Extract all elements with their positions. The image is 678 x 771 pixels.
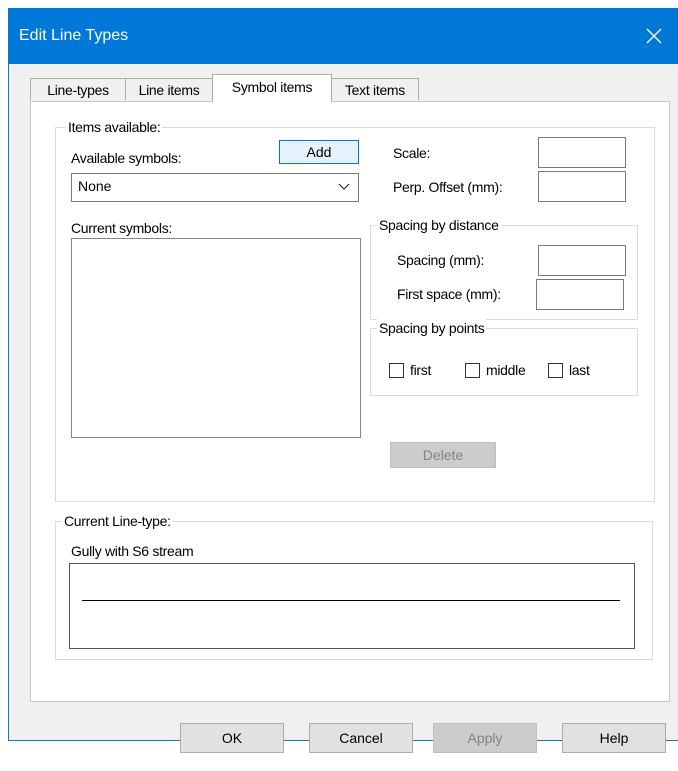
first-checkbox-label: first <box>410 362 432 378</box>
add-button[interactable]: Add <box>279 140 359 164</box>
scale-input[interactable] <box>538 137 626 168</box>
last-checkbox[interactable] <box>548 363 563 378</box>
spacing-points-legend: Spacing by points <box>377 319 487 337</box>
title-bar: Edit Line Types <box>9 8 678 64</box>
current-symbols-label: Current symbols: <box>71 220 173 236</box>
spacing-distance-legend: Spacing by distance <box>377 216 501 234</box>
last-checkbox-label: last <box>569 362 590 378</box>
ok-button[interactable]: OK <box>180 723 284 753</box>
first-space-input[interactable] <box>536 279 624 310</box>
delete-button[interactable]: Delete <box>390 442 496 468</box>
line-type-preview <box>69 563 635 649</box>
perp-offset-input[interactable] <box>538 171 626 202</box>
tab-symbol-items[interactable]: Symbol items <box>212 74 332 102</box>
close-icon <box>646 28 662 44</box>
tab-text-items[interactable]: Text items <box>331 78 419 100</box>
current-line-type-legend: Current Line-type: <box>62 512 173 530</box>
middle-checkbox-label: middle <box>486 362 526 378</box>
perp-offset-label: Perp. Offset (mm): <box>393 179 503 195</box>
first-space-label: First space (mm): <box>397 286 501 302</box>
line-preview-stroke <box>82 600 620 601</box>
current-symbols-list[interactable] <box>71 238 361 438</box>
tab-line-types[interactable]: Line-types <box>30 78 126 100</box>
help-button[interactable]: Help <box>562 723 666 753</box>
spacing-label: Spacing (mm): <box>397 252 485 268</box>
available-symbols-dropdown[interactable]: None <box>71 173 359 202</box>
apply-button[interactable]: Apply <box>433 723 537 753</box>
first-checkbox[interactable] <box>389 363 404 378</box>
cancel-button[interactable]: Cancel <box>309 723 413 753</box>
scale-label: Scale: <box>393 145 431 161</box>
available-symbols-label: Available symbols: <box>71 150 182 166</box>
window-title: Edit Line Types <box>19 27 129 44</box>
middle-checkbox[interactable] <box>465 363 480 378</box>
items-available-legend: Items available: <box>66 118 163 136</box>
chevron-down-icon <box>338 183 350 190</box>
line-type-name: Gully with S6 stream <box>71 543 194 559</box>
close-button[interactable] <box>633 8 678 64</box>
tab-line-items[interactable]: Line items <box>125 78 213 100</box>
tab-panel-symbol-items: Items available: Available symbols: Add … <box>30 101 670 702</box>
spacing-input[interactable] <box>538 245 626 276</box>
available-symbols-value: None <box>78 178 112 194</box>
